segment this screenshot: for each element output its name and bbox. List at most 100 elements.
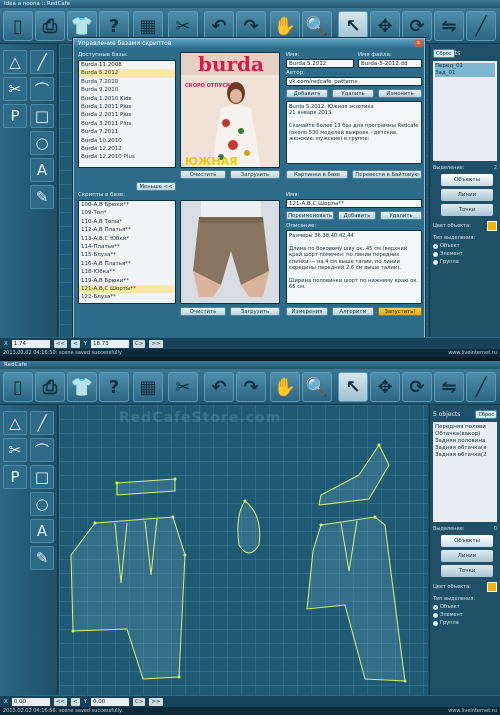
p-tool-icon[interactable]: P bbox=[3, 465, 27, 489]
x-coordinate-field[interactable]: 0.00 bbox=[11, 697, 50, 706]
shirt-icon[interactable]: 👕 bbox=[67, 372, 97, 402]
objects-mode-button[interactable]: Объекты bbox=[441, 174, 493, 186]
measurements-button[interactable]: Измерения bbox=[286, 307, 328, 316]
print-icon[interactable]: ⎙ bbox=[35, 372, 65, 402]
add-db-button[interactable]: Добавить bbox=[286, 89, 328, 98]
radio-element[interactable]: Элемент bbox=[433, 251, 497, 257]
list-item[interactable]: Обтачка(вакор) bbox=[435, 431, 495, 438]
triangle-tool-icon[interactable]: △ bbox=[3, 50, 27, 74]
y-coordinate-field[interactable]: 18.73 bbox=[90, 339, 129, 348]
list-item[interactable]: Передняя полови bbox=[435, 424, 495, 431]
radio-element[interactable]: Элемент bbox=[433, 612, 497, 618]
rename-button[interactable]: Переименовать bbox=[286, 211, 334, 220]
list-item[interactable]: Burda 11.2008 bbox=[79, 61, 175, 69]
lines-mode-button[interactable]: Линии bbox=[441, 189, 493, 201]
list-item[interactable]: 110-А,В Топы* bbox=[79, 218, 175, 226]
load-image-button[interactable]: Загрузить bbox=[230, 170, 280, 179]
calculator-icon[interactable]: ▦ bbox=[133, 11, 163, 41]
pointer-icon[interactable]: ↖ bbox=[338, 372, 368, 402]
triangle-tool-icon[interactable]: △ bbox=[3, 411, 27, 435]
reset-button[interactable]: Сброс bbox=[475, 409, 497, 419]
delete-db-button[interactable]: Удалить bbox=[332, 89, 374, 98]
pictures-button[interactable]: Картинки в базе bbox=[286, 170, 348, 179]
reset-button[interactable]: Сброс bbox=[433, 48, 455, 58]
next-fast-button[interactable]: >> bbox=[149, 339, 163, 348]
pointer-icon[interactable]: ↖ bbox=[338, 11, 368, 41]
curve-tool-icon[interactable]: ⌒ bbox=[30, 77, 54, 101]
undo-icon[interactable]: ↶ bbox=[204, 372, 234, 402]
list-item[interactable]: 113-А,В,С Юбки* bbox=[79, 235, 175, 243]
lines-mode-button[interactable]: Линии bbox=[441, 550, 493, 562]
circle-tool-icon[interactable]: ○ bbox=[30, 492, 54, 516]
close-icon[interactable]: x bbox=[415, 40, 422, 47]
objects-list[interactable]: Перед_01 Зад_01 bbox=[433, 61, 497, 161]
eyedropper-tool-icon[interactable]: ✎ bbox=[30, 546, 54, 570]
ruler-icon[interactable]: ╱ bbox=[466, 372, 496, 402]
objects-mode-button[interactable]: Объекты bbox=[441, 535, 493, 547]
radio-group[interactable]: Группа bbox=[433, 259, 497, 265]
color-swatch[interactable] bbox=[487, 221, 497, 231]
help-icon[interactable]: ? bbox=[99, 372, 129, 402]
list-item[interactable]: Burda 5.2012 bbox=[79, 69, 175, 78]
prev-fast-button[interactable]: << bbox=[53, 697, 67, 706]
x-coordinate-field[interactable]: 1.74 bbox=[11, 339, 50, 348]
author-field[interactable]: vk.com/redcafe_patterns bbox=[286, 77, 422, 86]
run-button[interactable]: Запустить! bbox=[378, 307, 422, 316]
rectangle-tool-icon[interactable]: □ bbox=[30, 104, 54, 128]
new-file-icon[interactable]: ▯ bbox=[3, 372, 33, 402]
move-icon[interactable]: ✥ bbox=[370, 11, 400, 41]
list-item[interactable]: Задняя обтачка(2 bbox=[435, 452, 495, 459]
zoom-icon[interactable]: 🔍 bbox=[302, 11, 332, 41]
less-button[interactable]: Меньше << bbox=[136, 182, 176, 191]
list-item[interactable]: Burda 10.2010 bbox=[79, 137, 175, 145]
print-icon[interactable]: ⎙ bbox=[35, 11, 65, 41]
y-coordinate-field[interactable]: 0.00 bbox=[90, 697, 129, 706]
cut-icon[interactable]: ✂ bbox=[168, 11, 198, 41]
zoom-icon[interactable]: 🔍 bbox=[302, 372, 332, 402]
p-tool-icon[interactable]: P bbox=[3, 104, 27, 128]
list-item[interactable]: 121-А,В,С Шорты** bbox=[79, 285, 175, 294]
clear-photo-button[interactable]: Очистить bbox=[180, 307, 226, 316]
prev-button[interactable]: < bbox=[71, 697, 80, 706]
text-tool-icon[interactable]: A bbox=[30, 158, 54, 182]
list-item[interactable]: 109-Топ* bbox=[79, 209, 175, 217]
scissors-tool-icon[interactable]: ✂ bbox=[3, 438, 27, 462]
shirt-icon[interactable]: 👕 bbox=[67, 11, 97, 41]
calculator-icon[interactable]: ▦ bbox=[133, 372, 163, 402]
list-item[interactable]: Burda 12.2010 Plus bbox=[79, 153, 175, 161]
list-item[interactable]: 116-А,В Платья** bbox=[79, 260, 175, 268]
radio-object[interactable]: Объект bbox=[433, 604, 497, 610]
radio-object[interactable]: Объект bbox=[433, 243, 497, 249]
rectangle-tool-icon[interactable]: □ bbox=[30, 465, 54, 489]
points-mode-button[interactable]: Точки bbox=[441, 565, 493, 577]
script-description[interactable]: Размеры 36,38,40,42,44 Длина по боковому… bbox=[286, 230, 422, 304]
redo-icon[interactable]: ↷ bbox=[236, 11, 266, 41]
list-item[interactable]: 114-Платье** bbox=[79, 243, 175, 251]
hand-icon[interactable]: ✋ bbox=[270, 11, 300, 41]
scissors-tool-icon[interactable]: ✂ bbox=[3, 77, 27, 101]
list-item[interactable]: Burda 2.2011 Plus bbox=[79, 111, 175, 119]
list-item[interactable]: 115-Блуза** bbox=[79, 251, 175, 259]
next-button[interactable]: C> bbox=[132, 339, 146, 348]
list-item[interactable]: 112-А,В Платья** bbox=[79, 226, 175, 234]
list-item[interactable]: Перед_01 bbox=[435, 63, 495, 70]
radio-group[interactable]: Группа bbox=[433, 620, 497, 626]
prev-fast-button[interactable]: << bbox=[53, 339, 67, 348]
list-item[interactable]: 122-Блуза** bbox=[79, 293, 175, 301]
pattern-pieces[interactable] bbox=[59, 405, 428, 695]
load-photo-button[interactable]: Загрузить bbox=[230, 307, 280, 316]
new-file-icon[interactable]: ▯ bbox=[3, 11, 33, 41]
rotate-icon[interactable]: ⟳ bbox=[402, 11, 432, 41]
list-item[interactable]: 119-А,В Брюки** bbox=[79, 277, 175, 285]
circle-tool-icon[interactable]: ○ bbox=[30, 131, 54, 155]
text-tool-icon[interactable]: A bbox=[30, 519, 54, 543]
script-name-field[interactable]: 121-А,В,С Шорты** bbox=[286, 199, 422, 208]
add-script-button[interactable]: Добавить bbox=[338, 211, 376, 220]
list-item[interactable]: Задняя обтачка(я bbox=[435, 445, 495, 452]
next-fast-button[interactable]: >> bbox=[149, 697, 163, 706]
list-item[interactable]: 100-А,В Брюки** bbox=[79, 201, 175, 209]
db-name-field[interactable]: Burda 5.2012 bbox=[286, 59, 354, 68]
drawing-canvas[interactable]: RedCafeStore.com bbox=[59, 405, 428, 695]
edit-db-button[interactable]: Изменить bbox=[378, 89, 422, 98]
eyedropper-tool-icon[interactable]: ✎ bbox=[30, 185, 54, 209]
